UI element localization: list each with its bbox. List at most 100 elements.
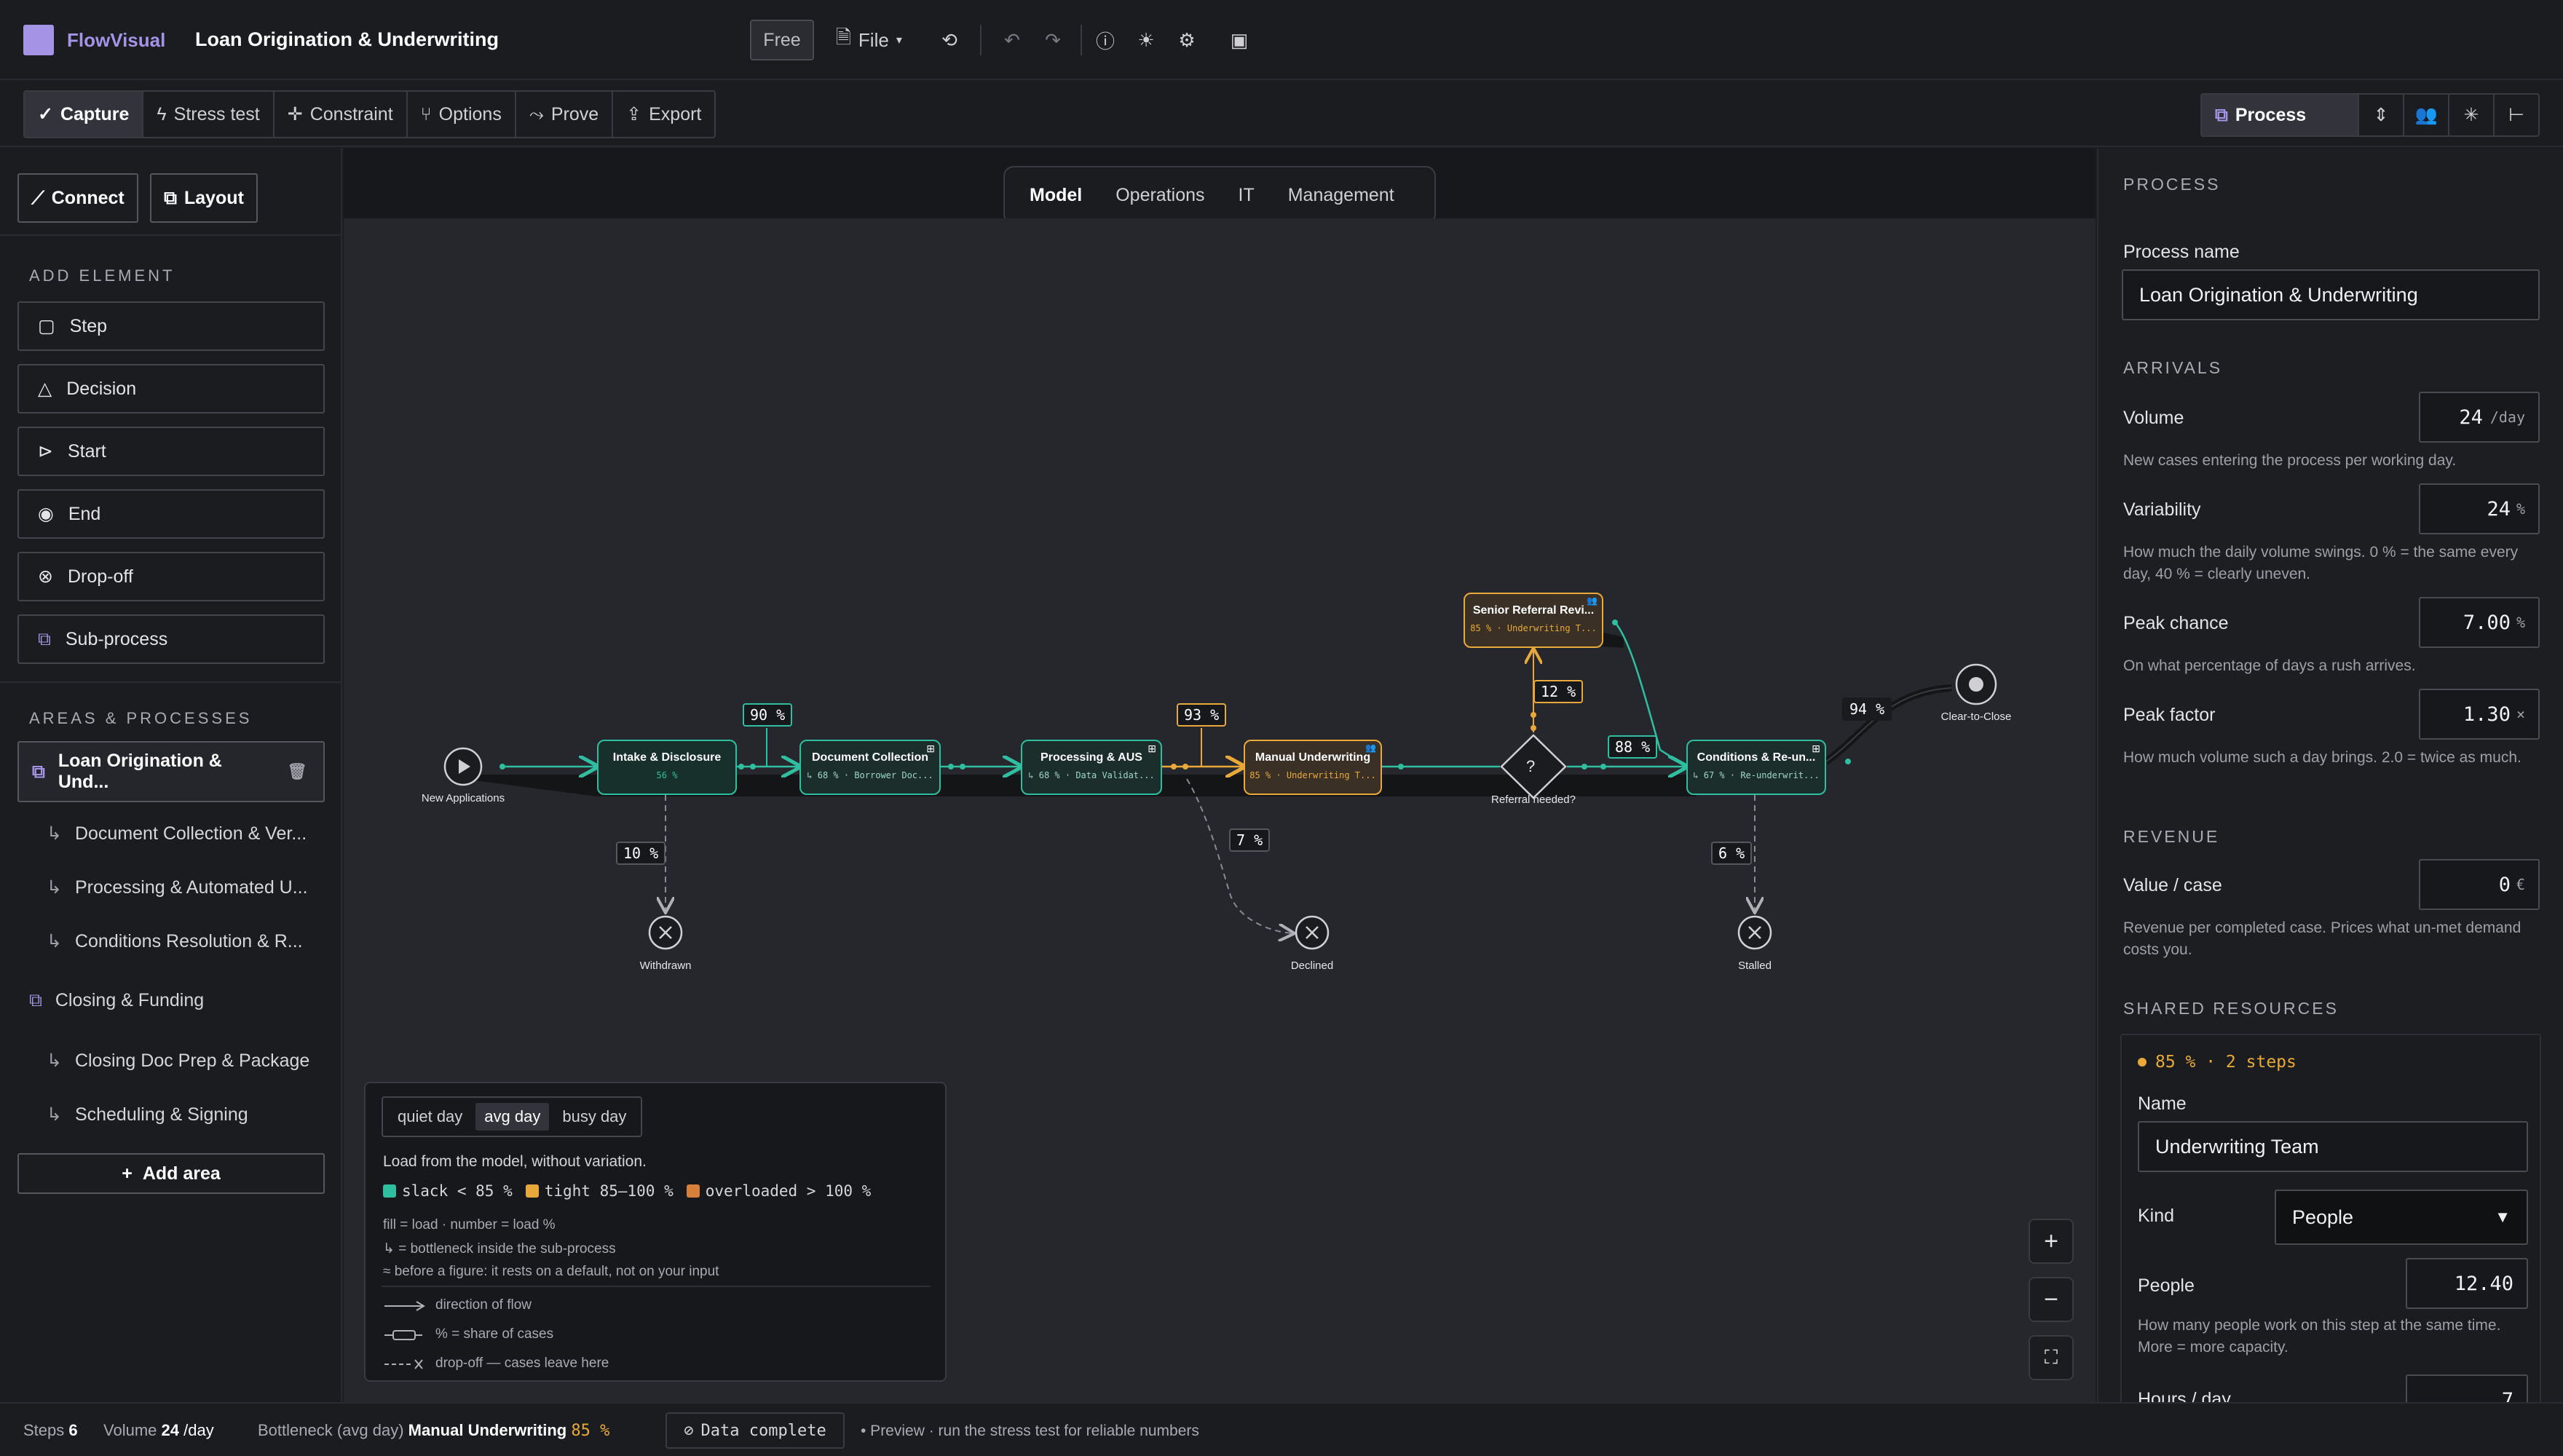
day-busy[interactable]: busy day (552, 1103, 636, 1131)
dropoff-node-shape (648, 915, 1772, 950)
data-complete-badge[interactable]: ⊘ Data complete (666, 1412, 845, 1449)
status-preview: • Preview · run the stress test for reli… (861, 1423, 1199, 1439)
zoom-out-button[interactable]: − (2029, 1277, 2074, 1322)
legend-divider (382, 1286, 931, 1287)
chevron-down-icon: ▼ (2495, 1208, 2511, 1226)
legend-note: ↳ = bottleneck inside the sub-process (383, 1241, 616, 1257)
peak-factor-value: 1.30 (2463, 703, 2511, 726)
status-bottleneck: Bottleneck (avg day) Manual Underwriting… (258, 1421, 609, 1440)
slack-text: slack < 85 % (402, 1182, 513, 1200)
zoom-in-button[interactable]: + (2029, 1219, 2074, 1264)
value-help: Revenue per completed case. Prices what … (2123, 919, 2521, 958)
volume-input[interactable]: 24/day (2419, 392, 2540, 443)
peak-chance-help: On what percentage of days a rush arrive… (2123, 657, 2416, 674)
dropoff-label-withdrawn: Withdrawn (639, 960, 692, 972)
legend-panel: quiet day avg day busy day Load from the… (364, 1082, 947, 1382)
step-document-collection[interactable]: Document Collection ↳ 68 % · Borrower Doc… (799, 740, 941, 795)
overloaded-swatch (686, 1184, 700, 1198)
day-selector: quiet day avg day busy day (382, 1096, 643, 1137)
tight-dot (2138, 1058, 2147, 1067)
hours-value: 7 (2501, 1388, 2513, 1403)
step-senior-referral[interactable]: Senior Referral Revi... 85 % · Underwriti… (1464, 593, 1603, 648)
value-input[interactable]: 0 € (2419, 859, 2540, 910)
step-conditions[interactable]: Conditions & Re-un... ↳ 67 % · Re-underwr… (1686, 740, 1826, 795)
value-value: 0 (2498, 873, 2511, 896)
dropoff-label-declined: Declined (1290, 960, 1334, 972)
peak-factor-unit: × (2516, 705, 2525, 723)
peak-factor-input[interactable]: 1.30 × (2419, 689, 2540, 740)
hours-label: Hours / day (2138, 1389, 2231, 1402)
value-unit: € (2516, 876, 2525, 893)
edge-percent[interactable]: 94 % (1842, 697, 1892, 721)
subprocess-icon: ⊞ (926, 743, 935, 754)
edge-percent[interactable]: 6 % (1711, 842, 1753, 865)
tight-text: tight 85–100 % (544, 1182, 674, 1200)
legend-key-dropoff: drop-off — cases leave here (435, 1356, 609, 1371)
status-bottleneck-value: Manual Underwriting (408, 1421, 567, 1439)
variability-input[interactable]: 24% (2419, 483, 2540, 534)
status-volume-label: Volume (103, 1421, 157, 1439)
section-process: PROCESS (2123, 175, 2221, 194)
legend-arrow-icon (384, 1301, 425, 1369)
resource-summary: 85 % · 2 steps (2138, 1053, 2297, 1072)
node-title: Senior Referral Revi... (1472, 604, 1595, 617)
peak-factor-help: How much volume such a day brings. 2.0 =… (2123, 749, 2521, 766)
peak-chance-label: Peak chance (2123, 613, 2229, 633)
edge-percent[interactable]: 90 % (743, 703, 793, 727)
dropoff-edge (1186, 778, 1293, 933)
step-processing-aus[interactable]: Processing & AUS ↳ 68 % · Data Validat...… (1021, 740, 1162, 795)
volume-unit: /day (2489, 408, 2525, 426)
node-title: Document Collection (811, 751, 928, 764)
volume-value: 24 (2459, 405, 2483, 429)
process-name-value: Loan Origination & Underwriting (2139, 283, 2418, 306)
node-load: 85 % · Underwriting T... (1249, 770, 1376, 780)
kind-select[interactable]: People ▼ (2275, 1190, 2528, 1245)
day-quiet[interactable]: quiet day (387, 1103, 473, 1131)
resource-name-input[interactable]: Underwriting Team (2138, 1121, 2528, 1172)
edge-percent[interactable]: 7 % (1229, 828, 1271, 852)
legend-overloaded: overloaded > 100 % (686, 1182, 871, 1200)
edge-percent[interactable]: 93 % (1177, 703, 1227, 727)
check-circle-icon: ⊘ (684, 1421, 694, 1440)
tight-swatch (525, 1184, 539, 1198)
volume-label: Volume (2123, 408, 2184, 428)
step-manual-underwriting[interactable]: Manual Underwriting 85 % · Underwriting T… (1244, 740, 1382, 795)
properties-panel: PROCESS Process name Loan Origination & … (2097, 149, 2563, 1402)
legend-key-share: % = share of cases (435, 1326, 554, 1342)
volume-help: New cases entering the process per worki… (2123, 452, 2457, 469)
people-input[interactable]: 12.40 (2406, 1258, 2528, 1309)
legend-tight: tight 85–100 % (525, 1182, 674, 1200)
step-intake-disclosure[interactable]: Intake & Disclosure 56 % (597, 740, 737, 795)
node-load: 56 % (656, 770, 678, 780)
day-avg[interactable]: avg day (475, 1103, 550, 1131)
variability-value: 24 (2487, 497, 2511, 521)
edge-percent[interactable]: 12 % (1533, 680, 1584, 703)
end-node-label: Clear-to-Close (1940, 711, 2012, 723)
section-arrivals: ARRIVALS (2123, 358, 2223, 377)
hours-input[interactable]: 7 (2406, 1374, 2528, 1402)
node-title: Intake & Disclosure (612, 751, 722, 764)
resource-name-label: Name (2138, 1093, 2187, 1114)
section-shared-resources: SHARED RESOURCES (2123, 999, 2339, 1018)
resource-card: 85 % · 2 steps Name Underwriting Team Ki… (2120, 1034, 2541, 1402)
kind-label: Kind (2138, 1206, 2175, 1226)
status-volume-value: 24 (161, 1421, 179, 1439)
fit-view-button[interactable]: ⛶ (2029, 1335, 2074, 1380)
value-label: Value / case (2123, 875, 2222, 895)
decision-mark: ? (1526, 757, 1536, 775)
peak-chance-input[interactable]: 7.00% (2419, 597, 2540, 648)
close-icon (659, 926, 1761, 939)
status-bar: Steps 6 Volume 24 /day Bottleneck (avg d… (0, 1402, 2563, 1456)
process-name-input[interactable]: Loan Origination & Underwriting (2122, 269, 2540, 320)
status-steps: Steps 6 (23, 1421, 78, 1440)
node-load: 85 % · Underwriting T... (1470, 623, 1597, 633)
legend-note: fill = load · number = load % (383, 1217, 556, 1233)
status-volume: Volume 24 /day (103, 1421, 214, 1440)
end-node-dot (1969, 677, 1983, 692)
node-load: ↳ 68 % · Data Validat... (1028, 770, 1155, 780)
edge-percent[interactable]: 88 % (1608, 735, 1658, 759)
kind-value: People (2292, 1206, 2354, 1228)
edge-percent[interactable]: 10 % (616, 842, 666, 865)
resource-summary-text: 85 % · 2 steps (2155, 1053, 2297, 1072)
status-bottleneck-pct: 85 % (571, 1422, 610, 1440)
